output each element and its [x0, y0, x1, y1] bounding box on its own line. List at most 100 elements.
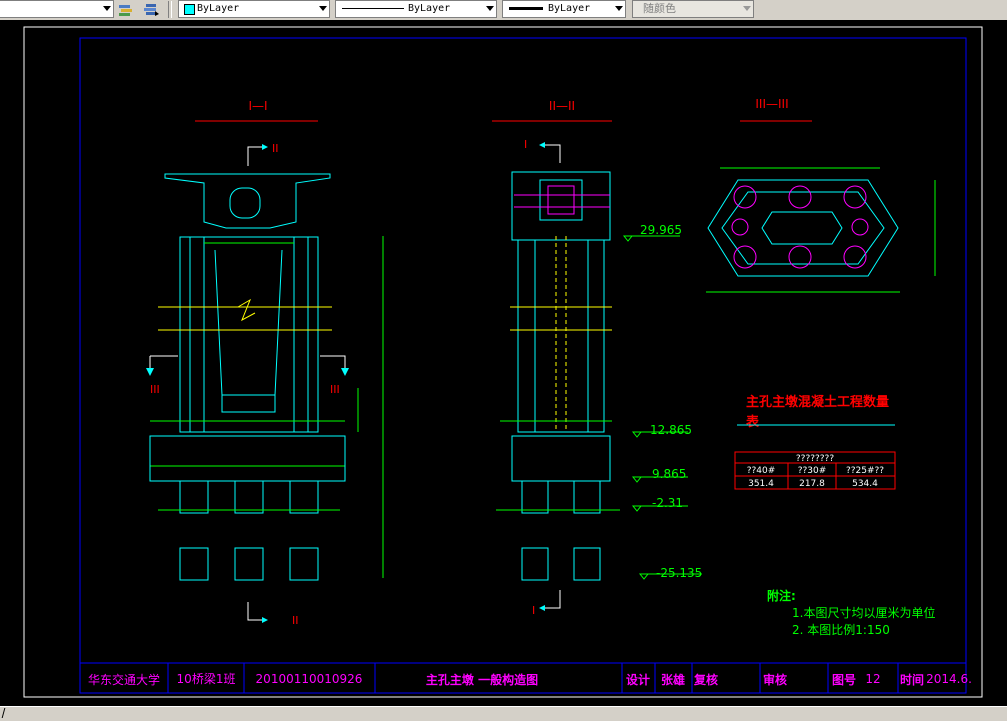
notes-line-1: 1.本图尺寸均以厘米为单位: [792, 605, 935, 620]
table-col-1: ??40#: [747, 466, 776, 476]
section-2-view: II—II I 29.965 12.865 9.865 -2.31 -25.13…: [492, 99, 702, 617]
check-label: 复核: [693, 672, 718, 687]
title-block: 华东交通大学 10桥梁1班 20100110010926 主孔主墩 一般构造图 …: [80, 662, 972, 693]
student-id: 20100110010926: [256, 672, 363, 686]
drawing-title: 主孔主墩 一般构造图: [426, 672, 538, 687]
lineweight-dropdown[interactable]: ByLayer: [502, 0, 626, 18]
notes-title: 附注:: [767, 588, 796, 603]
lineweight-preview: [509, 7, 543, 10]
pile-cap: [149, 435, 346, 482]
elevation-marks: 29.965 12.865 9.865 -2.31 -25.135: [622, 223, 702, 580]
cut-line: [247, 146, 262, 166]
drawing-no-label: 图号: [832, 672, 856, 687]
designer-name: 张雄: [661, 672, 685, 687]
pier-hollow: [221, 395, 276, 413]
color-dropdown[interactable]: ByLayer: [178, 0, 330, 18]
cut-line: [320, 355, 346, 368]
cut-mark-I-bottom: I: [532, 604, 535, 617]
elevation-1: 29.965: [640, 223, 682, 237]
table-header: ????????: [796, 454, 834, 464]
linetype-value: ByLayer: [408, 3, 451, 14]
outer-frame: [23, 26, 983, 698]
pier-hollow: [214, 249, 283, 396]
date-value: 2014.6.: [926, 672, 972, 686]
section-1-title: I—I: [248, 99, 267, 113]
chevron-down-icon[interactable]: [103, 6, 111, 11]
school-name: 华东交通大学: [88, 672, 160, 687]
cursor-icon: [1, 708, 6, 718]
cut-mark-I: I: [524, 138, 527, 151]
design-label: 设计: [626, 672, 650, 687]
status-bar: [0, 706, 1007, 721]
pile-cap: [511, 435, 611, 482]
table-val-3: 534.4: [852, 479, 878, 489]
linetype-preview: [342, 8, 404, 9]
plotstyle-dropdown[interactable]: 随颜色: [632, 0, 754, 18]
pier-section: [761, 211, 843, 245]
section-1-view: I—I II III III II: [146, 99, 384, 627]
drawing-no: 12: [865, 672, 880, 686]
pile-cap-plan: [707, 179, 899, 277]
cut-mark-II-bottom: II: [292, 614, 299, 627]
layer-states-icon[interactable]: [118, 2, 134, 17]
section-3-title: III—III: [755, 97, 788, 111]
review-label: 审核: [763, 672, 787, 687]
plotstyle-value: 随颜色: [643, 2, 676, 15]
chevron-down-icon[interactable]: [615, 6, 623, 11]
linetype-dropdown[interactable]: ByLayer: [335, 0, 497, 18]
arrow-head: [341, 368, 349, 376]
arrow-head: [539, 142, 545, 148]
chevron-down-icon[interactable]: [743, 6, 751, 11]
chevron-down-icon[interactable]: [319, 6, 327, 11]
elevation-5: -25.135: [656, 566, 702, 580]
cad-drawing[interactable]: I—I II III III II II—II I 29.965 12.865 …: [0, 20, 1007, 708]
inner-frame: [79, 37, 967, 694]
arrow-head: [146, 368, 154, 376]
break-line: [237, 298, 256, 322]
chevron-down-icon[interactable]: [486, 6, 494, 11]
table-title: 主孔主墩混凝土工程数量: [746, 394, 889, 410]
arrow-head: [539, 605, 545, 611]
cut-mark-II: II: [272, 142, 279, 155]
toolbar-separator: [168, 1, 172, 18]
elevation-2: 12.865: [650, 423, 692, 437]
cut-line: [247, 602, 262, 621]
table-col-3: ??25#??: [846, 466, 884, 476]
cut-mark-III-right: III: [330, 383, 340, 396]
arrow-head: [262, 617, 268, 623]
pile-cap-plan: [721, 191, 885, 265]
pier-column: [179, 236, 319, 433]
section-3-view: III—III: [706, 97, 936, 293]
elevation-3: 9.865: [652, 467, 686, 481]
drawing-canvas[interactable]: I—I II III III II II—II I 29.965 12.865 …: [0, 20, 1007, 708]
date-label: 时间: [900, 672, 924, 687]
bent-cap: [511, 171, 611, 241]
table-val-2: 217.8: [799, 479, 825, 489]
class-name: 10桥梁1班: [177, 671, 236, 686]
table-title-2: 表: [745, 414, 760, 430]
quantity-table: 主孔主墩混凝土工程数量 表 ???????? ??40# ??30# ??25#…: [734, 394, 896, 490]
pier-column: [517, 239, 605, 433]
box-girder: [164, 173, 331, 229]
color-swatch: [184, 4, 195, 15]
elevation-4: -2.31: [652, 496, 683, 510]
table-col-2: ??30#: [798, 466, 827, 476]
properties-toolbar: ByLayer ByLayer ByLayer 随颜色: [0, 0, 1007, 21]
piles: [179, 480, 319, 581]
color-value: ByLayer: [197, 3, 240, 14]
notes: 附注: 1.本图尺寸均以厘米为单位 2. 本图比例1:150: [767, 588, 935, 637]
bent-cap: [547, 185, 575, 215]
notes-line-2: 2. 本图比例1:150: [792, 623, 890, 637]
box-girder: [229, 187, 261, 219]
layer-dropdown[interactable]: [0, 0, 114, 18]
layer-previous-icon[interactable]: [142, 2, 160, 17]
pile-circles: [731, 185, 869, 269]
cut-line: [545, 144, 561, 163]
cut-mark-III: III: [150, 383, 160, 396]
arrow-head: [262, 144, 268, 150]
piles: [521, 480, 601, 581]
cut-line: [545, 590, 561, 609]
table-val-1: 351.4: [748, 479, 774, 489]
lineweight-value: ByLayer: [548, 3, 591, 14]
section-2-title: II—II: [549, 99, 575, 113]
